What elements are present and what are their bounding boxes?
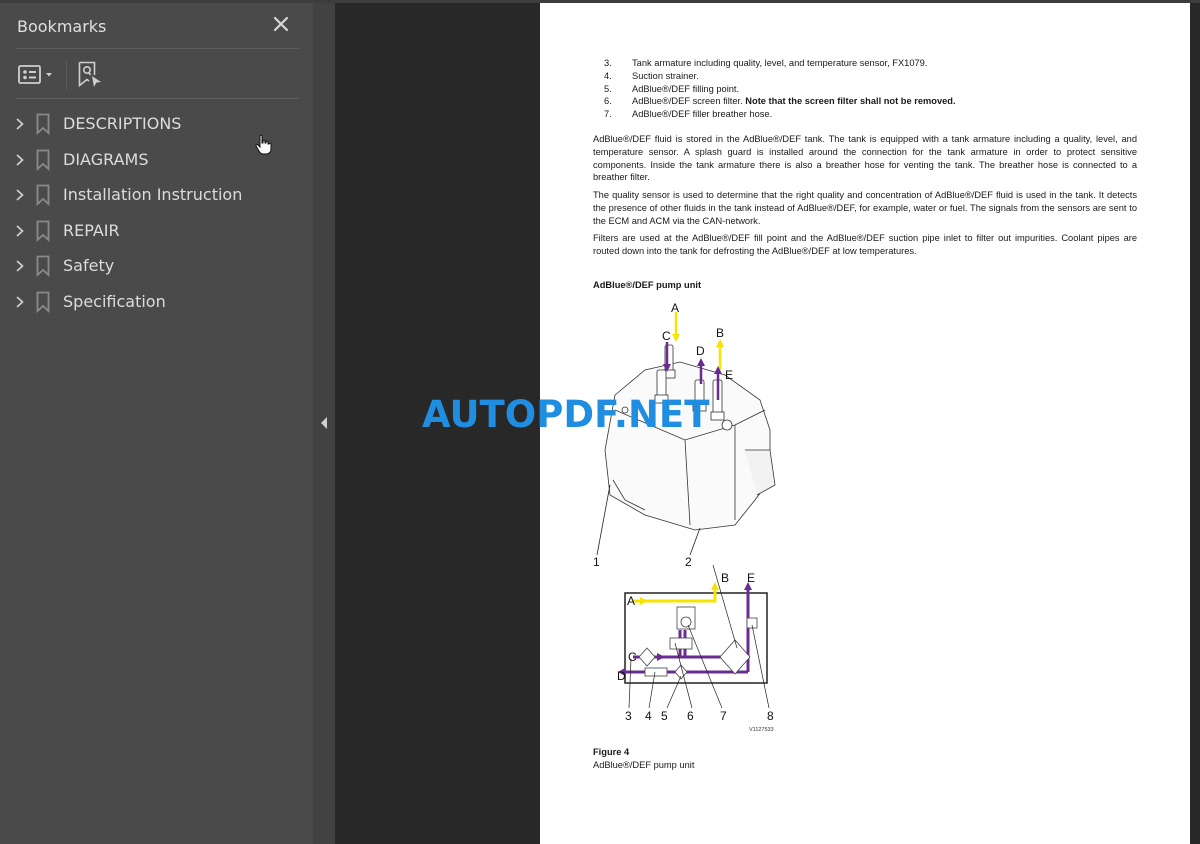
bookmarks-panel: Bookmarks DESCRIPTIONS DIAGRAMS Installa… xyxy=(0,3,313,844)
list-number: 5. xyxy=(604,83,612,94)
list-item: 5. AdBlue®/DEF filling point. xyxy=(604,83,1124,96)
bookmark-icon xyxy=(36,113,50,135)
label-8: 8 xyxy=(767,709,774,723)
list-item: 3. Tank armature including quality, level… xyxy=(604,57,1124,70)
bookmark-icon xyxy=(36,184,50,207)
list-number: 4. xyxy=(604,70,612,81)
bookmark-label: Safety xyxy=(63,256,115,276)
label-3: 3 xyxy=(625,709,632,723)
section-heading: AdBlue®/DEF pump unit xyxy=(593,280,702,290)
schematic-label-e: E xyxy=(747,571,755,585)
bookmark-label: REPAIR xyxy=(63,220,120,240)
schematic-label-d: D xyxy=(617,669,626,683)
label-1: 1 xyxy=(593,555,600,569)
label-4: 4 xyxy=(645,709,652,723)
list-text: Tank armature including quality, level, … xyxy=(632,58,928,68)
close-icon[interactable] xyxy=(270,13,292,35)
bookmark-installation-instruction[interactable]: Installation Instruction xyxy=(0,177,313,213)
schematic-labels: B E A C D 3 4 5 6 7 8 xyxy=(617,571,774,723)
schematic-diagram xyxy=(618,564,770,709)
label-2: 2 xyxy=(685,555,692,569)
list-item: 4. Suction strainer. xyxy=(604,70,1124,83)
list-item: 6. AdBlue®/DEF screen filter. Note that t… xyxy=(604,95,1124,108)
chevron-right-icon[interactable] xyxy=(14,223,26,239)
watermark: AUTOPDF.NET xyxy=(422,393,710,436)
bookmark-icon xyxy=(36,220,50,242)
options-menu-button[interactable] xyxy=(18,64,58,86)
chevron-right-icon[interactable] xyxy=(14,294,26,310)
viewer-gutter xyxy=(1190,3,1200,844)
bookmark-label: Installation Instruction xyxy=(63,185,243,205)
hand-cursor-icon xyxy=(255,134,272,155)
find-current-bookmark-button[interactable] xyxy=(78,61,102,89)
list-text: AdBlue®/DEF screen filter. xyxy=(632,96,746,107)
list-number: 7. xyxy=(604,109,612,120)
schematic-label-a: A xyxy=(627,594,635,608)
list-number: 3. xyxy=(604,58,612,68)
list-item: 7. AdBlue®/DEF filler breather hose. xyxy=(604,108,1124,121)
chevron-right-icon[interactable] xyxy=(14,116,26,132)
chevron-right-icon[interactable] xyxy=(14,152,26,168)
pump-unit-figure: A B C D E 1 2 B E A C D 3 4 5 6 7 8 V112… xyxy=(593,301,776,733)
schematic-label-c: C xyxy=(628,650,637,664)
toolbar-separator xyxy=(66,60,67,90)
list-options-icon xyxy=(18,65,52,84)
bookmark-safety[interactable]: Safety xyxy=(0,248,313,284)
chevron-right-icon[interactable] xyxy=(14,258,26,274)
bookmark-label: Specification xyxy=(63,291,166,311)
list-text: Suction strainer. xyxy=(632,70,699,81)
chevron-right-icon[interactable] xyxy=(14,187,26,203)
numbered-list: 3. Tank armature including quality, level… xyxy=(604,57,1124,121)
paragraph: The quality sensor is used to determine … xyxy=(593,190,1137,226)
label-a: A xyxy=(671,301,679,315)
figure-title: Figure 4 xyxy=(593,747,630,757)
panel-title: Bookmarks xyxy=(17,17,107,36)
label-6: 6 xyxy=(687,709,694,723)
bookmark-specification[interactable]: Specification xyxy=(0,284,313,320)
list-note: Note that the screen filter shall not be… xyxy=(745,96,956,107)
label-b: B xyxy=(716,326,724,340)
bookmark-repair[interactable]: REPAIR xyxy=(0,213,313,249)
label-e: E xyxy=(725,368,733,382)
divider xyxy=(16,98,299,99)
label-7: 7 xyxy=(720,709,727,723)
bookmark-icon xyxy=(36,149,50,171)
list-text: AdBlue®/DEF filling point. xyxy=(632,83,740,94)
paragraph: AdBlue®/DEF fluid is stored in the AdBlu… xyxy=(593,134,1137,183)
list-number: 6. xyxy=(604,96,612,107)
paragraph: Filters are used at the AdBlue®/DEF fill… xyxy=(593,233,1137,256)
find-current-bookmark-icon xyxy=(78,61,101,88)
list-text: AdBlue®/DEF filler breather hose. xyxy=(632,109,773,120)
schematic-label-b: B xyxy=(721,571,729,585)
bookmark-icon xyxy=(36,291,50,313)
bookmark-icon xyxy=(36,255,50,278)
label-5: 5 xyxy=(661,709,668,723)
bookmark-label: DESCRIPTIONS xyxy=(63,114,182,133)
divider xyxy=(16,48,299,49)
bookmark-label: DIAGRAMS xyxy=(63,149,149,169)
collapse-panel-icon[interactable] xyxy=(319,416,329,430)
label-d: D xyxy=(696,344,705,358)
label-c: C xyxy=(662,329,671,343)
pump-illustration xyxy=(604,344,776,531)
figure-caption: AdBlue®/DEF pump unit xyxy=(593,760,695,770)
image-id: V1127533 xyxy=(749,727,774,733)
